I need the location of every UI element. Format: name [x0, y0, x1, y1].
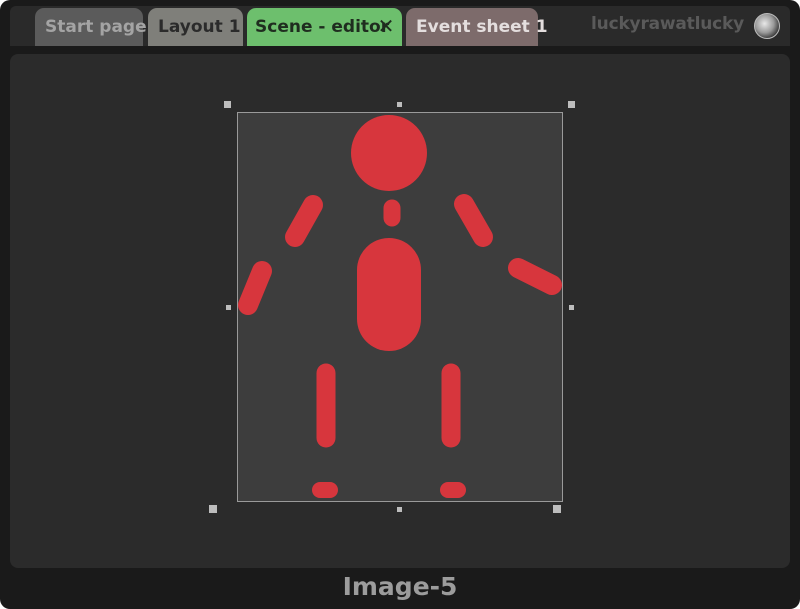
- resize-handle-bottom-right[interactable]: [553, 505, 561, 513]
- close-icon[interactable]: ✕: [376, 8, 396, 46]
- image-caption: Image-5: [342, 572, 458, 601]
- tab-layout-1[interactable]: Layout 1: [148, 8, 243, 46]
- tab-bar: Start page Layout 1 Scene - editor ✕ Eve…: [10, 6, 790, 46]
- resize-handle-right[interactable]: [569, 305, 574, 310]
- resize-handle-top[interactable]: [397, 102, 402, 107]
- avatar[interactable]: [754, 13, 780, 39]
- tab-event-sheet-1[interactable]: Event sheet 1: [406, 8, 548, 46]
- resize-handle-top-left[interactable]: [224, 101, 231, 108]
- resize-handle-bottom-left[interactable]: [209, 505, 217, 513]
- resize-handle-top-right[interactable]: [568, 101, 575, 108]
- username[interactable]: luckyrawatlucky: [591, 14, 744, 34]
- tab-start-page[interactable]: Start page: [35, 8, 147, 46]
- resize-handle-left[interactable]: [226, 305, 231, 310]
- editor-window: Start page Layout 1 Scene - editor ✕ Eve…: [0, 0, 800, 609]
- resize-handle-bottom[interactable]: [397, 507, 402, 512]
- tab-scene-editor-label: Scene - editor: [255, 17, 390, 37]
- tab-scene-editor[interactable]: Scene - editor ✕: [247, 8, 402, 46]
- sprite-bounding-box[interactable]: [237, 112, 563, 502]
